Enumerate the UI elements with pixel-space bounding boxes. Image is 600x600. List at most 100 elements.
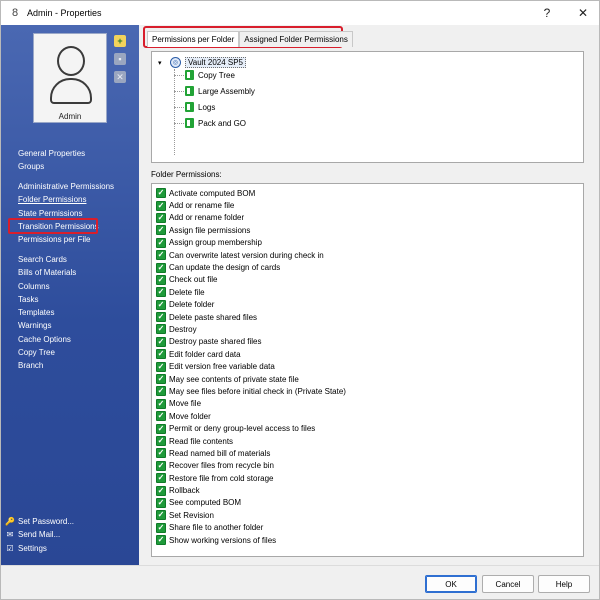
tree-item-copy-tree[interactable]: Copy Tree <box>185 70 235 80</box>
permission-row[interactable]: ✓ Destroy paste shared files <box>152 336 583 348</box>
folder-icon <box>185 86 194 96</box>
help-icon[interactable]: ? <box>533 3 561 23</box>
tree-item-large-assembly[interactable]: Large Assembly <box>185 86 255 96</box>
permission-checkbox[interactable]: ✓ <box>156 497 166 508</box>
permission-row[interactable]: ✓ Edit version free variable data <box>152 360 583 372</box>
add-picture-icon[interactable]: + <box>114 35 126 47</box>
nav-administrative-permissions[interactable]: Administrative Permissions <box>18 180 114 193</box>
permission-checkbox[interactable]: ✓ <box>156 535 166 546</box>
permission-checkbox[interactable]: ✓ <box>156 485 166 496</box>
permission-label: Share file to another folder <box>169 523 264 533</box>
permission-row[interactable]: ✓ Move file <box>152 398 583 410</box>
tree-item-pack-and-go[interactable]: Pack and GO <box>185 118 246 128</box>
nav-branch[interactable]: Branch <box>18 359 76 372</box>
permission-row[interactable]: ✓ Delete file <box>152 286 583 298</box>
permission-label: May see contents of private state file <box>169 374 299 384</box>
help-button[interactable]: Help <box>538 575 590 593</box>
permission-checkbox[interactable]: ✓ <box>156 374 166 385</box>
permission-row[interactable]: ✓ Permit or deny group-level access to fi… <box>152 422 583 434</box>
permission-checkbox[interactable]: ✓ <box>156 460 166 471</box>
permission-row[interactable]: ✓ Add or rename folder <box>152 212 583 224</box>
permission-row[interactable]: ✓ Can update the design of cards <box>152 261 583 273</box>
send-mail-action[interactable]: ✉ Send Mail... <box>5 528 74 541</box>
permission-checkbox[interactable]: ✓ <box>156 423 166 434</box>
permission-checkbox[interactable]: ✓ <box>156 336 166 347</box>
nav-copy-tree[interactable]: Copy Tree <box>18 346 76 359</box>
permission-checkbox[interactable]: ✓ <box>156 225 166 236</box>
nav-columns[interactable]: Columns <box>18 280 76 293</box>
permission-checkbox[interactable]: ✓ <box>156 250 166 261</box>
delete-picture-icon[interactable]: ✕ <box>114 71 126 83</box>
permission-row[interactable]: ✓ Show working versions of files <box>152 534 583 546</box>
tree-connector <box>174 75 184 76</box>
permission-row[interactable]: ✓ Add or rename file <box>152 199 583 211</box>
save-picture-icon[interactable]: ▪ <box>114 53 126 65</box>
nav-general-properties[interactable]: General Properties <box>18 147 85 160</box>
permission-row[interactable]: ✓ Move folder <box>152 410 583 422</box>
set-password-action[interactable]: 🔑 Set Password... <box>5 515 74 528</box>
nav-bills-of-materials[interactable]: Bills of Materials <box>18 266 76 279</box>
tab-permissions-per-folder[interactable]: Permissions per Folder <box>147 31 240 47</box>
permission-row[interactable]: ✓ Read named bill of materials <box>152 447 583 459</box>
permission-checkbox[interactable]: ✓ <box>156 237 166 248</box>
permission-checkbox[interactable]: ✓ <box>156 398 166 409</box>
permission-row[interactable]: ✓ Activate computed BOM <box>152 187 583 199</box>
nav-tasks[interactable]: Tasks <box>18 293 76 306</box>
permission-row[interactable]: ✓ Recover files from recycle bin <box>152 460 583 472</box>
permission-row[interactable]: ✓ Check out file <box>152 274 583 286</box>
permission-checkbox[interactable]: ✓ <box>156 262 166 273</box>
permission-row[interactable]: ✓ Read file contents <box>152 435 583 447</box>
permission-checkbox[interactable]: ✓ <box>156 274 166 285</box>
permission-checkbox[interactable]: ✓ <box>156 312 166 323</box>
permission-checkbox[interactable]: ✓ <box>156 361 166 372</box>
permission-checkbox[interactable]: ✓ <box>156 448 166 459</box>
cancel-button[interactable]: Cancel <box>482 575 534 593</box>
nav-search-cards[interactable]: Search Cards <box>18 253 76 266</box>
permission-row[interactable]: ✓ May see files before initial check in (… <box>152 385 583 397</box>
ok-button[interactable]: OK <box>425 575 477 593</box>
permission-checkbox[interactable]: ✓ <box>156 349 166 360</box>
close-icon[interactable]: ✕ <box>569 3 597 23</box>
permission-checkbox[interactable]: ✓ <box>156 411 166 422</box>
permission-checkbox[interactable]: ✓ <box>156 212 166 223</box>
nav-groups[interactable]: Groups <box>18 160 85 173</box>
permission-row[interactable]: ✓ Assign file permissions <box>152 224 583 236</box>
permission-row[interactable]: ✓ Destroy <box>152 323 583 335</box>
settings-action[interactable]: ☑ Settings <box>5 542 74 555</box>
nav-templates[interactable]: Templates <box>18 306 76 319</box>
permission-checkbox[interactable]: ✓ <box>156 188 166 199</box>
permission-row[interactable]: ✓ Set Revision <box>152 509 583 521</box>
permission-row[interactable]: ✓ May see contents of private state file <box>152 373 583 385</box>
permission-checkbox[interactable]: ✓ <box>156 510 166 521</box>
tree-root-item[interactable]: ▾ ◎ Vault 2024 SP5 <box>158 57 247 68</box>
nav-cache-options[interactable]: Cache Options <box>18 333 76 346</box>
permission-checkbox[interactable]: ✓ <box>156 473 166 484</box>
permission-label: Check out file <box>169 275 218 285</box>
permission-checkbox[interactable]: ✓ <box>156 436 166 446</box>
permission-checkbox[interactable]: ✓ <box>156 522 166 533</box>
permission-row[interactable]: ✓ See computed BOM <box>152 497 583 509</box>
permission-row[interactable]: ✓ Delete folder <box>152 299 583 311</box>
collapse-icon[interactable]: ▾ <box>158 59 166 67</box>
tab-assigned-folder-permissions[interactable]: Assigned Folder Permissions <box>239 31 353 47</box>
permission-label: Add or rename folder <box>169 213 245 223</box>
permission-checkbox[interactable]: ✓ <box>156 299 166 310</box>
nav-permissions-per-file[interactable]: Permissions per File <box>18 233 114 246</box>
permission-checkbox[interactable]: ✓ <box>156 324 166 335</box>
permission-row[interactable]: ✓ Restore file from cold storage <box>152 472 583 484</box>
permission-row[interactable]: ✓ Share file to another folder <box>152 522 583 534</box>
nav-folder-permissions[interactable]: Folder Permissions <box>18 193 114 206</box>
permission-row[interactable]: ✓ Rollback <box>152 484 583 496</box>
permission-row[interactable]: ✓ Assign group membership <box>152 237 583 249</box>
permission-checkbox[interactable]: ✓ <box>156 287 166 298</box>
nav-warnings[interactable]: Warnings <box>18 319 76 332</box>
send-mail-label: Send Mail... <box>18 530 61 540</box>
settings-icon: ☑ <box>6 543 14 553</box>
permission-checkbox[interactable]: ✓ <box>156 386 166 397</box>
permission-label: Move file <box>169 399 202 409</box>
permission-row[interactable]: ✓ Can overwrite latest version during che… <box>152 249 583 261</box>
permission-row[interactable]: ✓ Delete paste shared files <box>152 311 583 323</box>
tree-item-logs[interactable]: Logs <box>185 102 215 112</box>
permission-row[interactable]: ✓ Edit folder card data <box>152 348 583 360</box>
permission-checkbox[interactable]: ✓ <box>156 200 166 211</box>
